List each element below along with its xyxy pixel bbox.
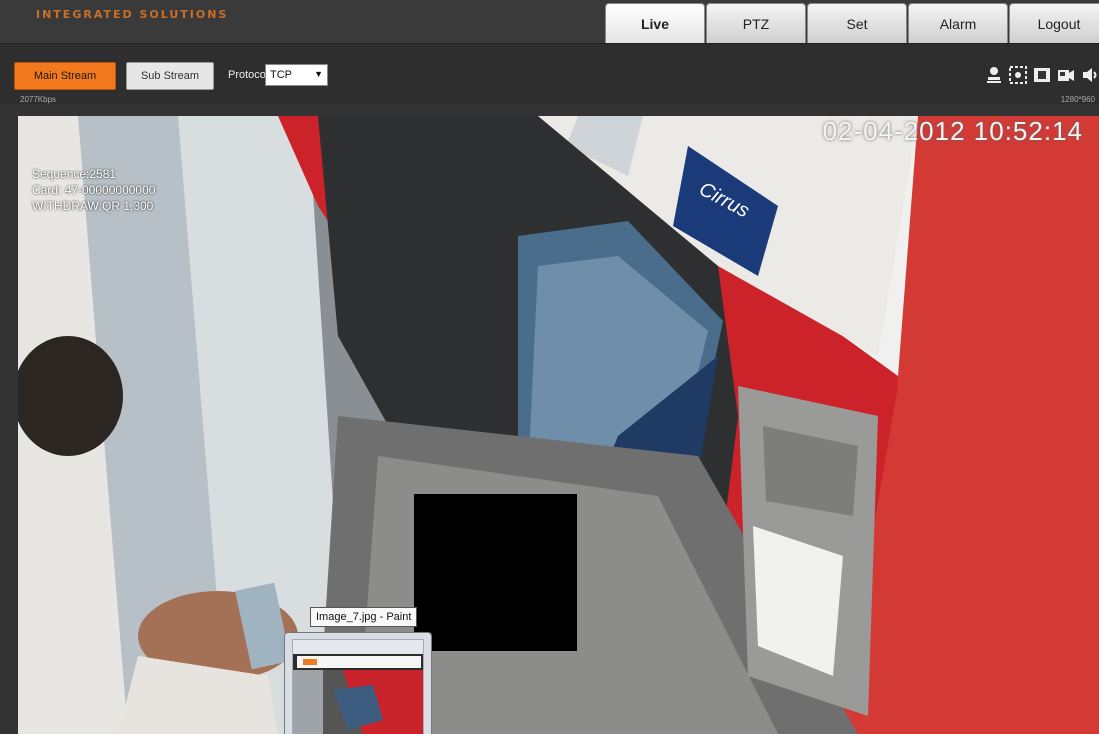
- header-bar: INTEGRATED SOLUTIONS Live PTZ Set Alarm …: [0, 0, 1099, 44]
- sub-stream-button[interactable]: Sub Stream: [126, 62, 214, 90]
- redaction-box: [414, 494, 577, 651]
- main-tabs: Live PTZ Set Alarm Logout: [605, 3, 1099, 43]
- record-icon[interactable]: [1009, 65, 1027, 85]
- live-video-feed[interactable]: Cirrus Sequence:2581 Card: 47-0000000000…: [18, 116, 1099, 734]
- chevron-down-icon: ▼: [314, 69, 323, 79]
- protocol-label: Protocol: [228, 69, 269, 81]
- brand-logo: INTEGRATED SOLUTIONS: [36, 8, 229, 21]
- bitrate-readout: 2077Kbps: [20, 95, 57, 104]
- tab-logout[interactable]: Logout: [1009, 3, 1099, 43]
- tab-set[interactable]: Set: [807, 3, 907, 43]
- video-timestamp: 02-04-2012 10:52:14: [822, 116, 1083, 146]
- taskbar-preview-title: Image_7.jpg - Paint: [310, 607, 418, 627]
- overlay-withdraw: WITHDRAW:QR 1,300: [32, 199, 154, 213]
- tab-ptz[interactable]: PTZ: [706, 3, 806, 43]
- tab-alarm[interactable]: Alarm: [908, 3, 1008, 43]
- thumbnail-content: [293, 640, 423, 734]
- taskbar-preview-thumbnail[interactable]: [284, 632, 432, 734]
- tab-live[interactable]: Live: [605, 3, 705, 43]
- toolbar-icons: [985, 65, 1099, 85]
- snapshot-icon[interactable]: [1033, 65, 1051, 85]
- protocol-select-value: TCP: [270, 69, 292, 81]
- protocol-select[interactable]: TCP ▼: [265, 64, 328, 86]
- overlay-card: Card: 47-00000000000: [32, 183, 156, 197]
- thumbnail-image: [292, 639, 424, 734]
- overlay-sequence: Sequence:2581: [32, 167, 117, 181]
- camera-icon[interactable]: [1057, 65, 1075, 85]
- stream-toolbar: Main Stream Sub Stream Protocol TCP ▼ 20…: [0, 44, 1099, 104]
- main-stream-button[interactable]: Main Stream: [14, 62, 116, 90]
- audio-icon[interactable]: [1081, 65, 1099, 85]
- transaction-overlay: Sequence:2581 Card: 47-00000000000 WITHD…: [32, 166, 155, 214]
- app-window: INTEGRATED SOLUTIONS Live PTZ Set Alarm …: [0, 0, 1099, 734]
- resolution-readout: 1280*960: [1060, 95, 1095, 104]
- person-icon[interactable]: [985, 65, 1003, 85]
